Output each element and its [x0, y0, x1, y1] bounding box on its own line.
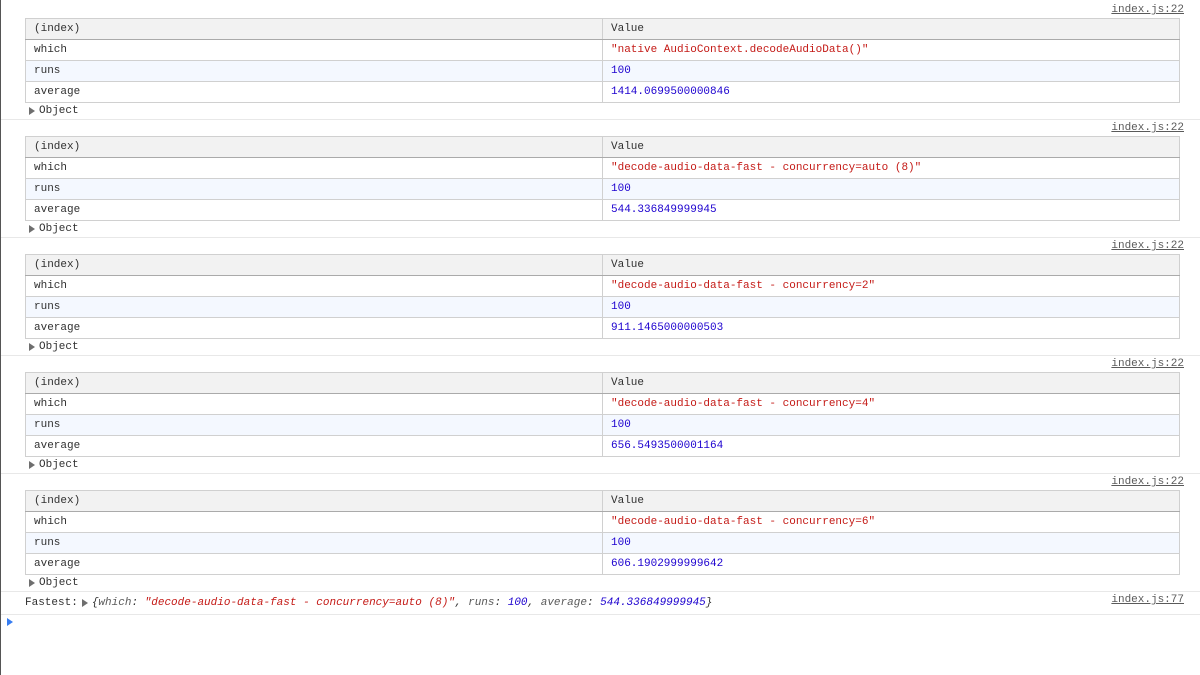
object-expander[interactable]: Object [29, 105, 1200, 117]
object-label: Object [39, 341, 79, 353]
row-value: 544.336849999945 [603, 200, 1180, 221]
row-value: 911.1465000000503 [603, 318, 1180, 339]
table-row: which"decode-audio-data-fast - concurren… [26, 158, 1180, 179]
row-key: runs [26, 297, 603, 318]
object-table: (index)Valuewhich"decode-audio-data-fast… [25, 254, 1180, 339]
row-key: average [26, 436, 603, 457]
source-link[interactable]: index.js:22 [1111, 358, 1184, 370]
fastest-summary[interactable]: Fastest: {which: "decode-audio-data-fast… [25, 594, 1200, 612]
table-row: which"decode-audio-data-fast - concurren… [26, 394, 1180, 415]
row-value: "native AudioContext.decodeAudioData()" [603, 40, 1180, 61]
row-value: 606.1902999999642 [603, 554, 1180, 575]
console-table-entry: index.js:22 (index)Valuewhich"decode-audi… [1, 356, 1200, 474]
row-value: "decode-audio-data-fast - concurrency=6" [603, 512, 1180, 533]
value-header[interactable]: Value [603, 137, 1180, 158]
object-table: (index)Valuewhich"native AudioContext.de… [25, 18, 1180, 103]
index-header[interactable]: (index) [26, 137, 603, 158]
source-link[interactable]: index.js:77 [1111, 594, 1184, 606]
console-panel: index.js:22(index)Valuewhich"native Audi… [0, 0, 1200, 675]
row-value: 100 [603, 297, 1180, 318]
table-row: which"decode-audio-data-fast - concurren… [26, 512, 1180, 533]
row-key: runs [26, 533, 603, 554]
chevron-right-icon [29, 579, 35, 587]
row-key: which [26, 276, 603, 297]
row-value: "decode-audio-data-fast - concurrency=2" [603, 276, 1180, 297]
row-value: 100 [603, 61, 1180, 82]
chevron-right-icon [82, 599, 88, 607]
console-table-entry: index.js:22 (index)Valuewhich"decode-audi… [1, 238, 1200, 356]
value-header[interactable]: Value [603, 19, 1180, 40]
row-value: 656.5493500001164 [603, 436, 1180, 457]
table-row: which"decode-audio-data-fast - concurren… [26, 276, 1180, 297]
value-header[interactable]: Value [603, 255, 1180, 276]
row-value: "decode-audio-data-fast - concurrency=au… [603, 158, 1180, 179]
object-label: Object [39, 105, 79, 117]
row-key: runs [26, 179, 603, 200]
table-row: runs100 [26, 61, 1180, 82]
object-table: (index)Valuewhich"decode-audio-data-fast… [25, 490, 1180, 575]
chevron-right-icon [29, 225, 35, 233]
index-header[interactable]: (index) [26, 255, 603, 276]
value-header[interactable]: Value [603, 491, 1180, 512]
chevron-right-icon [29, 343, 35, 351]
source-link[interactable]: index.js:22 [1111, 4, 1184, 16]
console-table-entry: index.js:22 (index)Valuewhich"native Audi… [1, 2, 1200, 120]
row-key: which [26, 512, 603, 533]
object-table: (index)Valuewhich"decode-audio-data-fast… [25, 136, 1180, 221]
table-row: runs100 [26, 179, 1180, 200]
table-row: runs100 [26, 297, 1180, 318]
table-row: average544.336849999945 [26, 200, 1180, 221]
console-table-entry: index.js:22 (index)Valuewhich"decode-audi… [1, 120, 1200, 238]
table-row: average911.1465000000503 [26, 318, 1180, 339]
value-header[interactable]: Value [603, 373, 1180, 394]
table-row: average656.5493500001164 [26, 436, 1180, 457]
console-prompt[interactable] [1, 615, 1200, 633]
row-key: runs [26, 415, 603, 436]
object-expander[interactable]: Object [29, 223, 1200, 235]
table-row: runs100 [26, 533, 1180, 554]
row-value: 100 [603, 415, 1180, 436]
row-key: average [26, 554, 603, 575]
row-key: average [26, 318, 603, 339]
object-expander[interactable]: Object [29, 341, 1200, 353]
source-link[interactable]: index.js:22 [1111, 476, 1184, 488]
row-key: runs [26, 61, 603, 82]
object-expander[interactable]: Object [29, 577, 1200, 589]
source-link[interactable]: index.js:22 [1111, 240, 1184, 252]
object-expander[interactable]: Object [29, 459, 1200, 471]
index-header[interactable]: (index) [26, 373, 603, 394]
chevron-right-icon [29, 461, 35, 469]
row-key: which [26, 394, 603, 415]
row-value: "decode-audio-data-fast - concurrency=4" [603, 394, 1180, 415]
row-key: average [26, 200, 603, 221]
object-table: (index)Valuewhich"decode-audio-data-fast… [25, 372, 1180, 457]
table-row: average606.1902999999642 [26, 554, 1180, 575]
row-key: which [26, 40, 603, 61]
row-key: average [26, 82, 603, 103]
index-header[interactable]: (index) [26, 491, 603, 512]
fastest-label: Fastest: [25, 597, 78, 609]
object-label: Object [39, 223, 79, 235]
table-row: average1414.0699500000846 [26, 82, 1180, 103]
object-label: Object [39, 577, 79, 589]
row-key: which [26, 158, 603, 179]
source-link[interactable]: index.js:22 [1111, 122, 1184, 134]
chevron-right-icon [29, 107, 35, 115]
row-value: 1414.0699500000846 [603, 82, 1180, 103]
chevron-right-icon [7, 618, 13, 626]
index-header[interactable]: (index) [26, 19, 603, 40]
console-table-entry: index.js:22 (index)Valuewhich"decode-audi… [1, 474, 1200, 592]
object-label: Object [39, 459, 79, 471]
row-value: 100 [603, 179, 1180, 200]
row-value: 100 [603, 533, 1180, 554]
table-row: which"native AudioContext.decodeAudioDat… [26, 40, 1180, 61]
table-row: runs100 [26, 415, 1180, 436]
console-log-fastest: index.js:77 Fastest: {which: "decode-aud… [1, 592, 1200, 615]
